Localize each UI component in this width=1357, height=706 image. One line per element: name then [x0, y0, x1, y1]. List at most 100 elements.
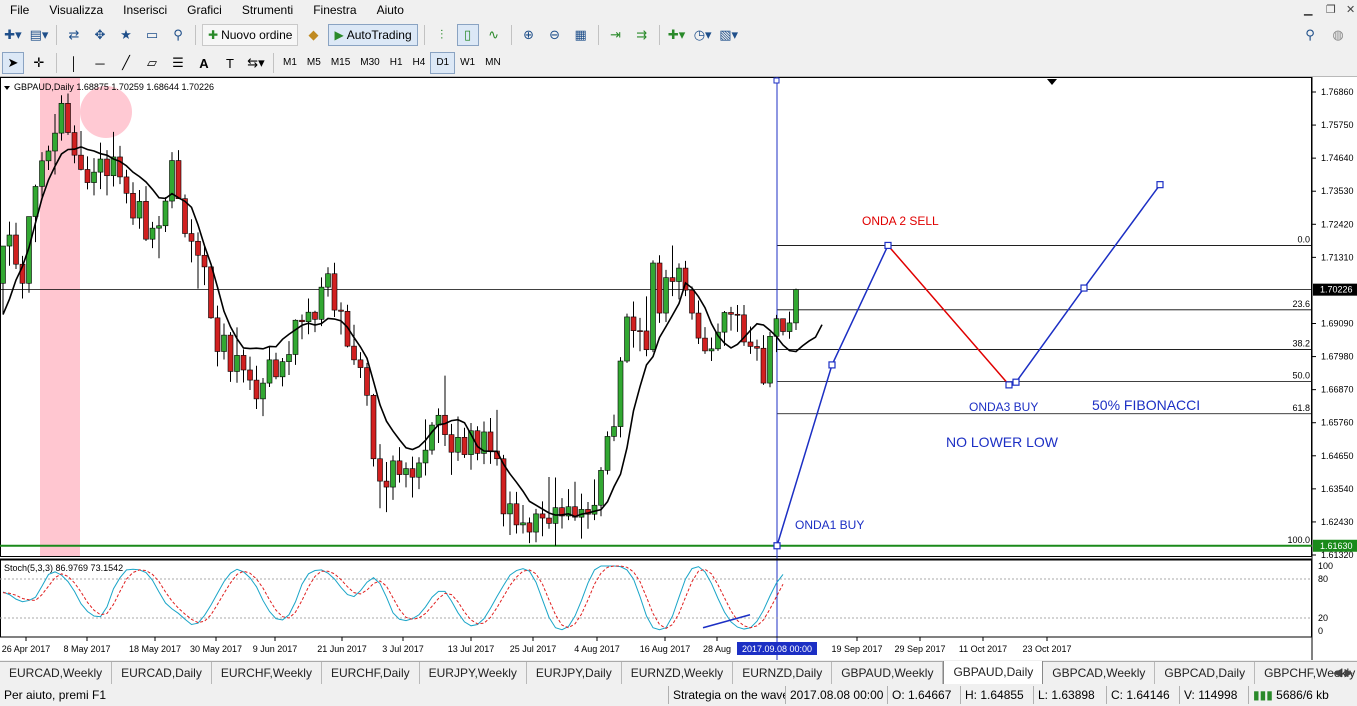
search-icon[interactable]: ⚲: [1299, 24, 1321, 46]
strategy-tester-icon[interactable]: ⚲: [167, 24, 189, 46]
autoscroll-icon[interactable]: ⇉: [631, 24, 653, 46]
fibonacci-annotation[interactable]: 50% FIBONACCI: [1092, 397, 1200, 413]
terminal-icon[interactable]: ▭: [141, 24, 163, 46]
fibonacci-icon[interactable]: ☰: [167, 52, 189, 74]
metaeditor-icon[interactable]: ◆: [302, 24, 324, 46]
zoom-out-icon[interactable]: ⊖: [544, 24, 566, 46]
market-watch-icon[interactable]: ⇄: [63, 24, 85, 46]
timeframe-mn[interactable]: MN: [480, 53, 506, 73]
drawing-toolbar: ➤ ✛ │ ─ ╱ ▱ ☰ A T ⇆▾ M1 M5 M15 M30 H1 H4 D1 W1 M…: [0, 50, 1357, 77]
templates-icon[interactable]: ▧▾: [718, 24, 740, 46]
tab-gbpcad-daily[interactable]: GBPCAD,Daily: [1155, 662, 1256, 684]
candle-body: [227, 334, 234, 372]
tab-gbpcad-weekly[interactable]: GBPCAD,Weekly: [1043, 662, 1156, 684]
status-profile[interactable]: Strategia on the wave: [668, 686, 785, 704]
wave-point-handle[interactable]: [1012, 378, 1020, 386]
wave-3-line[interactable]: [1015, 184, 1161, 383]
minimize-icon[interactable]: ▁: [1304, 3, 1312, 16]
autotrading-button[interactable]: ▶ AutoTrading: [328, 24, 418, 46]
candle-body: [130, 192, 136, 219]
timeframe-d1[interactable]: D1: [430, 52, 456, 74]
text-icon[interactable]: A: [193, 52, 215, 74]
fibonacci-level-label: 50.0: [1292, 371, 1310, 381]
tile-windows-icon[interactable]: ▦: [570, 24, 592, 46]
chart-window[interactable]: 0.0 23.6 38.2 50.0 61.8 100.0 ONDA1 BUY ONDA 2 …: [0, 77, 1357, 660]
menu-item-file[interactable]: File: [0, 0, 39, 21]
menu-item-inserisci[interactable]: Inserisci: [113, 0, 177, 21]
tab-eurjpy-weekly[interactable]: EURJPY,Weekly: [420, 662, 527, 684]
chart-shift-marker[interactable]: [1047, 79, 1057, 85]
tab-eurjpy-daily[interactable]: EURJPY,Daily: [527, 662, 622, 684]
menu-item-aiuto[interactable]: Aiuto: [367, 0, 414, 21]
tab-eurcad-weekly[interactable]: EURCAD,Weekly: [0, 662, 113, 684]
wave-point-handle[interactable]: [1005, 381, 1013, 389]
new-chart-icon[interactable]: ✚▾: [2, 24, 24, 46]
tab-eurnzd-weekly[interactable]: EURNZD,Weekly: [622, 662, 734, 684]
vertical-line-icon[interactable]: │: [63, 52, 85, 74]
zoom-in-icon[interactable]: ⊕: [518, 24, 540, 46]
candle-body: [136, 201, 143, 219]
wave-2-line[interactable]: [887, 244, 1010, 386]
price-tick-label: 1.74640: [1321, 153, 1354, 163]
horizontal-line-icon[interactable]: ─: [89, 52, 111, 74]
date-tick-label: 8 May 2017: [63, 644, 110, 654]
cursor-icon[interactable]: ➤: [2, 52, 24, 74]
bar-chart-icon[interactable]: ⫶: [431, 24, 453, 46]
candle-body: [175, 160, 182, 199]
wave-point-handle[interactable]: [828, 361, 836, 369]
trendline-icon[interactable]: ╱: [115, 52, 137, 74]
timeframe-m1[interactable]: M1: [278, 53, 302, 73]
timeframe-m5[interactable]: M5: [302, 53, 326, 73]
vertical-marker-handle[interactable]: [773, 77, 780, 84]
timeframe-h1[interactable]: H1: [385, 53, 408, 73]
wave-3-annotation[interactable]: ONDA3 BUY: [969, 400, 1038, 414]
menu-item-strumenti[interactable]: Strumenti: [232, 0, 303, 21]
tab-eurchf-daily[interactable]: EURCHF,Daily: [322, 662, 420, 684]
no-lower-low-annotation[interactable]: NO LOWER LOW: [946, 434, 1059, 450]
navigator-icon[interactable]: ★: [115, 24, 137, 46]
tab-eurnzd-daily[interactable]: EURNZD,Daily: [733, 662, 833, 684]
candlestick-chart-icon[interactable]: ▯: [456, 24, 479, 46]
periods-icon[interactable]: ◷▾: [692, 24, 714, 46]
wave-point-handle[interactable]: [773, 542, 781, 550]
menu-item-visualizza[interactable]: Visualizza: [39, 0, 113, 21]
chat-icon[interactable]: ◍: [1327, 24, 1349, 46]
wave-point-handle[interactable]: [1080, 284, 1088, 292]
wave-2-annotation[interactable]: ONDA 2 SELL: [862, 214, 939, 228]
equidistant-channel-icon[interactable]: ▱: [141, 52, 163, 74]
menu-item-grafici[interactable]: Grafici: [177, 0, 232, 21]
stoch-divergence-line[interactable]: [702, 613, 751, 629]
profiles-icon[interactable]: ▤▾: [28, 24, 50, 46]
tab-eurchf-weekly[interactable]: EURCHF,Weekly: [212, 662, 322, 684]
close-icon[interactable]: ✕: [1346, 3, 1355, 16]
symbol-dropdown-icon[interactable]: [4, 86, 10, 90]
tab-scroll-icon[interactable]: ◀ ▶: [1333, 662, 1353, 684]
line-chart-icon[interactable]: ∿: [483, 24, 505, 46]
status-help: Per aiuto, premi F1: [4, 688, 107, 702]
tab-gbpaud-daily[interactable]: GBPAUD,Daily: [943, 661, 1044, 685]
timeframe-m15[interactable]: M15: [326, 53, 355, 73]
menu-item-finestra[interactable]: Finestra: [303, 0, 366, 21]
indicators-icon[interactable]: ✚▾: [666, 24, 688, 46]
toolbar-separator: [510, 25, 512, 45]
candle-body: [676, 267, 682, 282]
candle-body: [240, 355, 247, 371]
restore-icon[interactable]: ❐: [1326, 3, 1336, 16]
wave-1-annotation[interactable]: ONDA1 BUY: [795, 518, 864, 532]
crosshair-icon[interactable]: ✛: [28, 52, 50, 74]
data-window-icon[interactable]: ✥: [89, 24, 111, 46]
new-order-button[interactable]: ✚ Nuovo ordine: [202, 24, 299, 46]
candle-body: [461, 437, 468, 455]
arrows-icon[interactable]: ⇆▾: [245, 52, 267, 74]
status-datetime: 2017.08.08 00:00: [785, 686, 887, 704]
chart-shift-icon[interactable]: ⇥: [605, 24, 627, 46]
text-label-icon[interactable]: T: [219, 52, 241, 74]
timeframe-m30[interactable]: M30: [355, 53, 384, 73]
candle-body: [13, 234, 19, 265]
tab-eurcad-daily[interactable]: EURCAD,Daily: [112, 662, 212, 684]
timeframe-h4[interactable]: H4: [408, 53, 431, 73]
wave-point-handle[interactable]: [1156, 181, 1164, 189]
timeframe-w1[interactable]: W1: [455, 53, 480, 73]
wave-point-handle[interactable]: [884, 241, 892, 250]
tab-gbpaud-weekly[interactable]: GBPAUD,Weekly: [832, 662, 944, 684]
